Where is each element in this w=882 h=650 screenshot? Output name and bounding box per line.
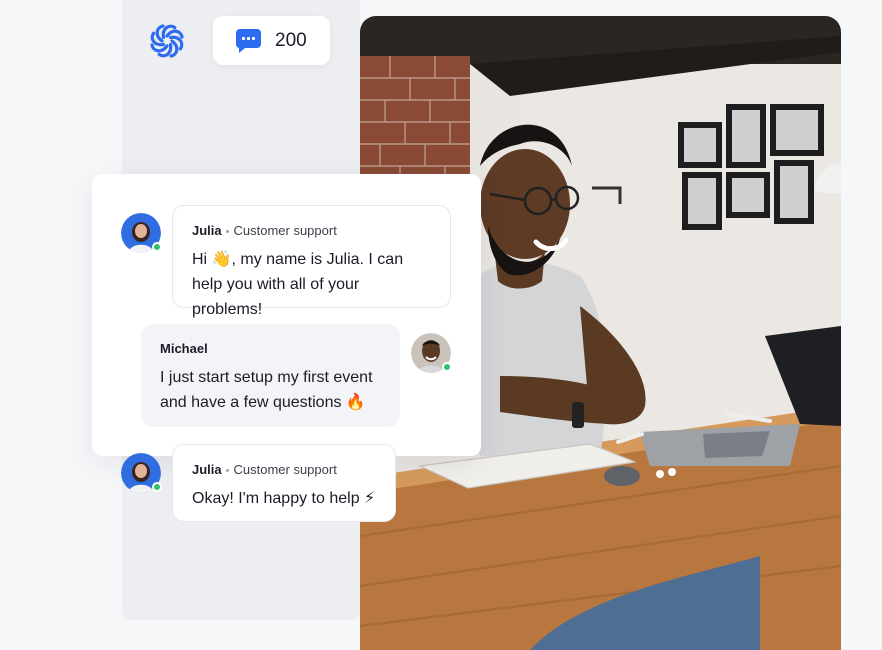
- lightning-emoji: ⚡: [364, 490, 376, 507]
- message-meta: Michael: [160, 341, 381, 356]
- sender-name: Michael: [160, 341, 208, 356]
- julia-avatar[interactable]: [121, 453, 162, 493]
- message-count: 200: [275, 29, 307, 51]
- waving-hand-emoji: 👋: [211, 251, 232, 268]
- chat-bubble-icon: [235, 29, 261, 53]
- spiral-logo-icon[interactable]: [148, 22, 186, 60]
- message-counter-badge[interactable]: 200: [213, 16, 330, 65]
- message-bubble-julia-1: Julia • Customer support Hi 👋, my name is …: [172, 205, 451, 318]
- fire-emoji: 🔥: [345, 394, 366, 411]
- sender-name: Julia: [192, 462, 222, 477]
- message-meta: Julia • Customer support: [192, 462, 337, 477]
- message-meta: Julia • Customer support: [192, 223, 337, 238]
- sender-role: Customer support: [233, 223, 337, 238]
- sender-role: Customer support: [233, 462, 337, 477]
- message-text: Okay! I'm happy to help ⚡: [192, 490, 376, 507]
- sender-name: Julia: [192, 223, 222, 238]
- online-status-indicator: [152, 482, 162, 492]
- online-status-indicator: [442, 362, 452, 372]
- message-bubble-michael: Michael I just start setup my first even…: [141, 324, 400, 427]
- online-status-indicator: [152, 242, 162, 252]
- julia-avatar[interactable]: [121, 213, 162, 253]
- message-text: Hi 👋, my name is Julia. I can help you w…: [192, 251, 404, 318]
- michael-avatar[interactable]: [411, 333, 452, 373]
- message-text: I just start setup my first event and ha…: [160, 369, 373, 411]
- message-bubble-julia-2: Julia • Customer support Okay! I'm happy t…: [172, 444, 396, 522]
